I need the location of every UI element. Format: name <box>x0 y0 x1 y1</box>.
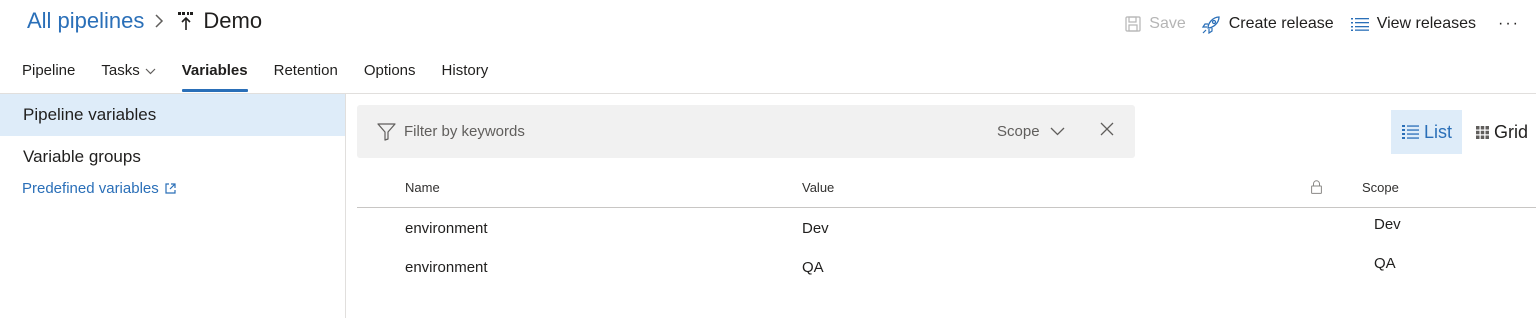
tab-options[interactable]: Options <box>364 56 416 92</box>
tab-label: Options <box>363 62 416 79</box>
tab-variables[interactable]: Variables <box>181 56 248 92</box>
create-release-label: Create release <box>1228 15 1334 32</box>
scope-dropdown[interactable]: Scope <box>997 105 1065 158</box>
chevron-down-icon <box>145 62 156 80</box>
breadcrumb: All pipelines Demo <box>27 6 262 36</box>
lock-icon <box>1311 180 1322 197</box>
variables-table: Name Value Scope environment Dev Dev env… <box>357 172 1536 286</box>
rocket-icon <box>1201 15 1221 34</box>
filter-icon <box>377 122 396 141</box>
tab-label: Variables <box>181 62 248 79</box>
chevron-down-icon <box>1050 127 1065 136</box>
table-row[interactable]: environment QA QA <box>357 247 1536 286</box>
sidebar-item-label: Pipeline variables <box>23 105 157 124</box>
variable-value[interactable]: Dev <box>802 220 829 237</box>
predefined-variables-label: Predefined variables <box>22 180 159 197</box>
sidebar-item-pipeline-variables[interactable]: Pipeline variables <box>0 94 345 136</box>
close-icon <box>1100 122 1114 141</box>
grid-view-label: Grid <box>1494 121 1529 142</box>
variable-name[interactable]: environment <box>405 259 488 276</box>
predefined-variables-link[interactable]: Predefined variables <box>0 180 345 197</box>
column-header-value[interactable]: Value <box>802 180 834 195</box>
variable-value[interactable]: QA <box>802 259 824 276</box>
view-releases-button[interactable]: View releases <box>1350 15 1476 33</box>
tab-label: History <box>441 62 489 79</box>
tab-tasks[interactable]: Tasks <box>101 56 156 92</box>
sidebar-item-variable-groups[interactable]: Variable groups <box>0 136 345 178</box>
pivot-tabs: Pipeline Tasks Variables Retention Optio… <box>22 56 514 92</box>
list-view-button[interactable]: List <box>1391 110 1463 154</box>
filter-bar: Scope <box>357 105 1135 158</box>
sidebar-item-label: Variable groups <box>23 147 141 166</box>
variable-scope[interactable]: Dev <box>1374 216 1401 233</box>
header-actions: Save Create release View releases ··· <box>1125 10 1536 38</box>
tab-history[interactable]: History <box>442 56 489 92</box>
variable-scope[interactable]: QA <box>1374 255 1396 272</box>
breadcrumb-all-pipelines-link[interactable]: All pipelines <box>27 8 144 34</box>
table-row[interactable]: environment Dev Dev <box>357 208 1536 247</box>
save-button[interactable]: Save <box>1125 15 1186 33</box>
clear-filter-button[interactable] <box>1100 105 1114 158</box>
page-title: Demo <box>203 8 263 33</box>
variables-sidebar: Pipeline variables Variable groups Prede… <box>0 94 346 318</box>
view-releases-label: View releases <box>1376 15 1476 32</box>
tab-label: Retention <box>273 62 338 79</box>
table-header: Name Value Scope <box>357 172 1536 208</box>
save-label: Save <box>1149 15 1186 32</box>
more-icon: ··· <box>1498 15 1520 32</box>
variable-name[interactable]: environment <box>405 220 488 237</box>
tab-retention[interactable]: Retention <box>274 56 338 92</box>
create-release-button[interactable]: Create release <box>1201 15 1334 34</box>
tab-pipeline[interactable]: Pipeline <box>22 56 75 92</box>
tab-label: Tasks <box>101 62 140 79</box>
external-link-icon <box>165 183 176 194</box>
more-actions-button[interactable]: ··· <box>1496 10 1536 38</box>
column-header-scope[interactable]: Scope <box>1362 180 1399 195</box>
list-icon <box>1350 17 1369 31</box>
scope-dropdown-label: Scope <box>997 123 1040 140</box>
column-header-name[interactable]: Name <box>405 180 440 195</box>
filter-keywords-input[interactable] <box>404 123 964 140</box>
list-view-icon <box>1402 125 1419 139</box>
list-view-label: List <box>1424 121 1453 142</box>
save-icon <box>1125 16 1141 32</box>
tab-label: Pipeline <box>22 62 76 79</box>
grid-view-button[interactable]: Grid <box>1462 110 1536 154</box>
view-toggle: List Grid <box>1391 110 1536 154</box>
release-pipeline-icon <box>178 11 194 31</box>
chevron-right-icon <box>154 13 164 29</box>
grid-view-icon <box>1476 125 1490 139</box>
